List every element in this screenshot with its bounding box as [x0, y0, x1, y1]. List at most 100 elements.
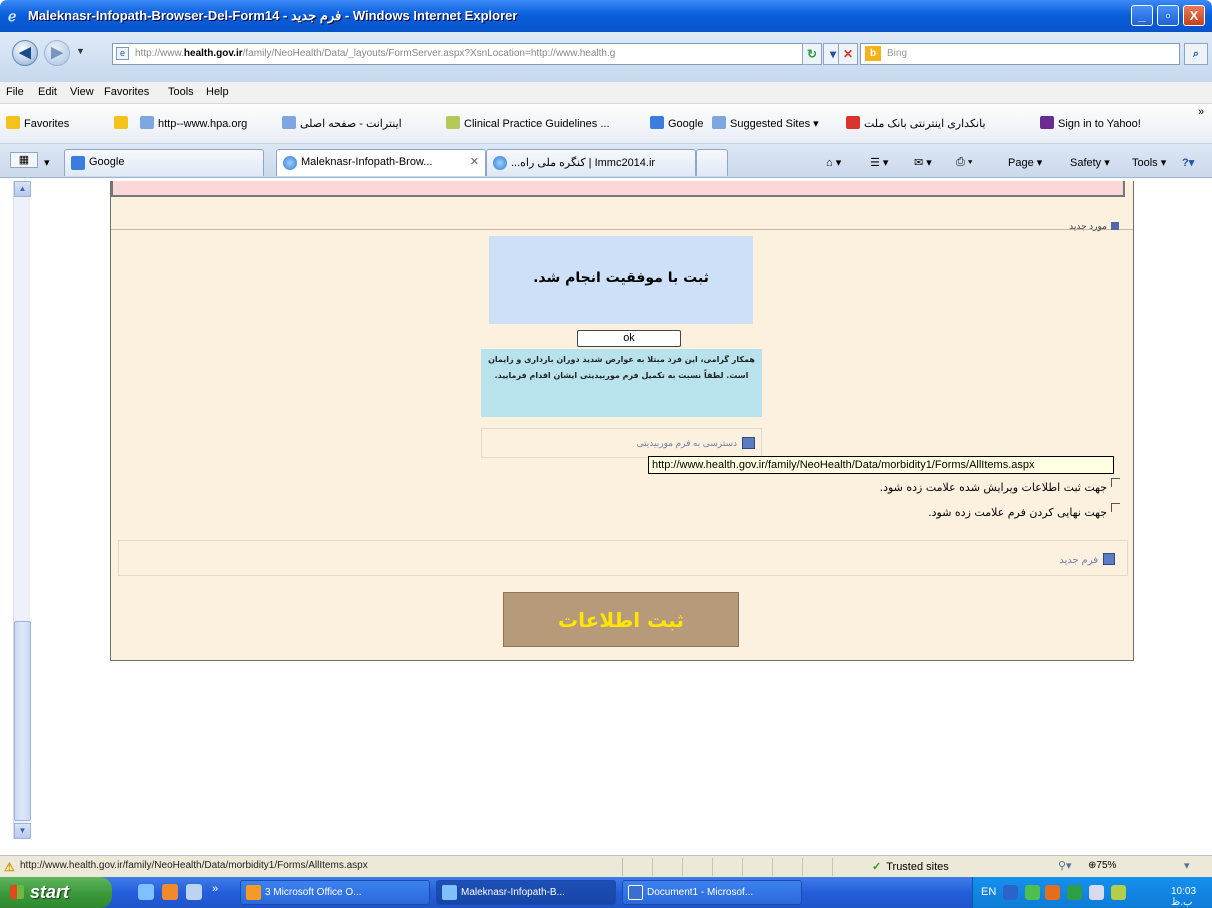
scroll-thumb[interactable]: [14, 621, 31, 821]
minimize-button[interactable]: _: [1131, 5, 1153, 26]
forward-button[interactable]: ▶: [44, 40, 70, 66]
network-icon[interactable]: [1025, 885, 1040, 900]
more-favorites-icon[interactable]: »: [1198, 106, 1204, 118]
menu-bar: File Edit View Favorites Tools Help: [0, 82, 1212, 104]
app-tray-icon[interactable]: [1045, 885, 1060, 900]
ie-tab-icon: [283, 156, 297, 170]
history-dropdown-icon[interactable]: ▼: [76, 46, 85, 56]
fav-mellat-bank[interactable]: بانکداری اینترنتی بانک ملت: [846, 116, 986, 130]
success-panel: ثبت با موفقیت انجام شد.: [489, 236, 753, 324]
zoom-level[interactable]: ⊕75%: [1088, 860, 1116, 871]
new-item-link-top[interactable]: مورد جدید: [1069, 221, 1119, 232]
favorites-bar: Favorites http--www.hpa.org اینترانت - ص…: [0, 104, 1212, 144]
menu-tools[interactable]: Tools: [168, 86, 194, 98]
tools-menu[interactable]: Tools ▾: [1132, 156, 1166, 169]
page-icon: e: [116, 47, 129, 60]
ie-tab-icon: [493, 156, 507, 170]
start-button[interactable]: start: [0, 877, 112, 908]
quick-tabs-icon[interactable]: ▦: [10, 152, 38, 168]
stop-icon[interactable]: ✕: [838, 43, 858, 65]
print-icon[interactable]: ⎙ ▾: [956, 156, 972, 169]
fav-hpa[interactable]: http--www.hpa.org: [140, 116, 247, 130]
new-item-icon: [1111, 222, 1119, 230]
warning-icon: ⚠: [4, 860, 15, 874]
form-link-icon: [742, 437, 755, 449]
mail-icon[interactable]: ✉ ▾: [914, 156, 932, 169]
favorites-button[interactable]: Favorites: [6, 116, 69, 130]
url-prefix: http://www.: [135, 48, 184, 59]
desktop-quicklaunch-icon[interactable]: [186, 884, 202, 900]
menu-help[interactable]: Help: [206, 86, 229, 98]
close-button[interactable]: X: [1183, 5, 1205, 26]
search-button[interactable]: ⌕: [1184, 43, 1208, 65]
scroll-down-icon[interactable]: ▼: [14, 823, 31, 839]
security-zone[interactable]: ✓ Trusted sites: [872, 860, 949, 873]
edited-info-checkbox[interactable]: [1111, 478, 1120, 487]
new-tab-button[interactable]: [696, 149, 728, 176]
menu-view[interactable]: View: [70, 86, 94, 98]
feeds-icon[interactable]: ☰ ▾: [870, 156, 888, 169]
zoom-dropdown-icon[interactable]: ▾: [1184, 859, 1190, 872]
add-favorite-icon[interactable]: [114, 116, 132, 130]
volume-icon[interactable]: [1089, 885, 1104, 900]
url-path: /family/NeoHealth/Data/_layouts/FormServ…: [242, 48, 616, 59]
refresh-icon[interactable]: ↻: [802, 43, 822, 65]
new-form-section: فرم جدید: [118, 540, 1128, 576]
finalize-form-checkbox-row[interactable]: جهت نهایی کردن فرم علامت زده شود.: [928, 503, 1120, 519]
submit-info-button[interactable]: ثبت اطلاعات: [503, 592, 739, 647]
new-form-icon: [1103, 553, 1115, 565]
tab-list-dropdown-icon[interactable]: ▾: [44, 156, 50, 169]
maximize-button[interactable]: ▫: [1157, 5, 1179, 26]
page-menu[interactable]: Page ▾: [1008, 156, 1042, 169]
menu-favorites[interactable]: Favorites: [104, 86, 149, 98]
fav-intranet[interactable]: اینترانت - صفحه اصلی: [282, 116, 402, 130]
fav-yahoo[interactable]: Sign in to Yahoo!: [1040, 116, 1141, 130]
fav-google[interactable]: Google: [650, 116, 703, 130]
home-icon[interactable]: ⌂ ▾: [826, 156, 841, 169]
fav-suggested-sites[interactable]: Suggested Sites ▾: [712, 116, 819, 130]
firefox-quicklaunch-icon[interactable]: [162, 884, 178, 900]
status-url: http://www.health.gov.ir/family/NeoHealt…: [20, 860, 368, 871]
word-icon: [628, 885, 643, 900]
scroll-up-icon[interactable]: ▲: [14, 181, 31, 197]
address-toolbar: ◀ ▶ ▼ http://www.health.gov.ir/family/Ne…: [0, 32, 1212, 82]
ie-icon: [442, 885, 457, 900]
menu-file[interactable]: File: [6, 86, 24, 98]
edited-info-checkbox-row[interactable]: جهت ثبت اطلاعات ویرایش شده علامت زده شود…: [880, 478, 1120, 494]
section-divider: [111, 229, 1133, 230]
tray-expand-icon[interactable]: [1003, 885, 1018, 900]
taskbar: start » 3 Microsoft Office O... Maleknas…: [0, 877, 1212, 908]
back-button[interactable]: ◀: [12, 40, 38, 66]
taskbar-office[interactable]: 3 Microsoft Office O...: [240, 880, 430, 905]
safety-menu[interactable]: Safety ▾: [1070, 156, 1110, 169]
taskbar-word[interactable]: Document1 - Microsof...: [622, 880, 802, 905]
access-form-row: دسترسی به فرم موربیدیتی: [481, 428, 762, 458]
quicklaunch-more-icon[interactable]: »: [212, 883, 218, 895]
vertical-scrollbar[interactable]: ▲ ▼: [13, 181, 31, 839]
tab-immc[interactable]: ...کنگره ملی راه | Immc2014.ir: [486, 149, 696, 176]
access-morbidity-form-link[interactable]: دسترسی به فرم موربیدیتی: [637, 438, 737, 449]
ok-button[interactable]: ok: [577, 330, 681, 347]
tab-row: ▦ ▾ Google Maleknasr-Infopath-Brow... ✕ .…: [0, 144, 1212, 178]
search-input[interactable]: Bing: [860, 43, 1180, 65]
language-indicator[interactable]: EN: [981, 886, 996, 898]
taskbar-ie[interactable]: Maleknasr-Infopath-B...: [436, 880, 616, 905]
status-bar: ⚠ http://www.health.gov.ir/family/NeoHea…: [0, 855, 1212, 897]
ie-quicklaunch-icon[interactable]: [138, 884, 154, 900]
address-bar[interactable]: http://www.health.gov.ir/family/NeoHealt…: [112, 43, 822, 65]
help-icon[interactable]: ?▾: [1182, 156, 1194, 169]
new-form-link[interactable]: فرم جدید: [1059, 553, 1115, 566]
update-icon[interactable]: [1111, 885, 1126, 900]
fav-guidelines[interactable]: Clinical Practice Guidelines ...: [446, 116, 610, 130]
finalize-form-checkbox[interactable]: [1111, 503, 1120, 512]
infopath-form: مورد جدید ثبت با موفقیت انجام شد. ok همک…: [110, 181, 1134, 661]
tab-maleknasr[interactable]: Maleknasr-Infopath-Brow... ✕: [276, 149, 486, 176]
windows-flag-icon: [10, 885, 24, 899]
menu-edit[interactable]: Edit: [38, 86, 57, 98]
link-tooltip: http://www.health.gov.ir/family/NeoHealt…: [648, 456, 1114, 474]
antivirus-icon[interactable]: [1067, 885, 1082, 900]
success-message: ثبت با موفقیت انجام شد.: [533, 270, 709, 286]
close-tab-icon[interactable]: ✕: [470, 155, 479, 168]
tab-google[interactable]: Google: [64, 149, 264, 176]
protected-mode-icon[interactable]: ⚲▾: [1058, 859, 1072, 872]
